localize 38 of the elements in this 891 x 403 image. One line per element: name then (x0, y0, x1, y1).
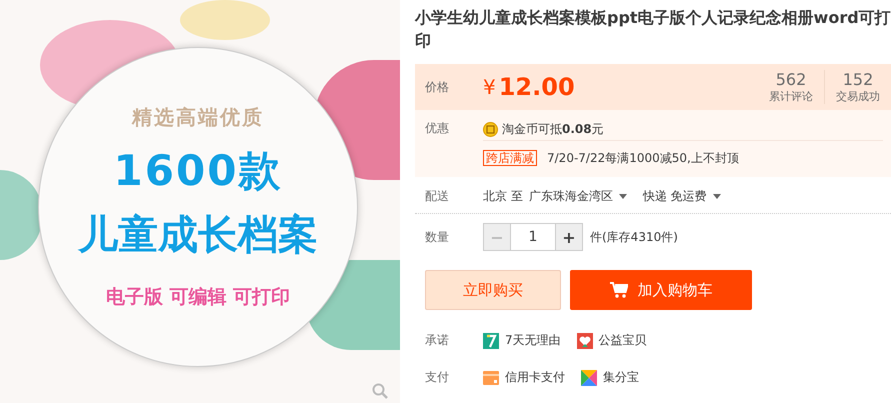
caret-icon (712, 194, 721, 198)
destination-dropdown[interactable]: 广东珠海金湾区 (528, 188, 627, 204)
delivery-origin: 北京 至 (483, 188, 523, 204)
field-label: 数量 (425, 228, 450, 246)
image-subtitle: 儿童成长档案 (78, 210, 318, 260)
promo-text: 淘金币可抵0.08元 (502, 120, 604, 138)
coin-icon (483, 122, 498, 136)
stat-label: 累计评论 (768, 89, 814, 104)
stock-text: 件(库存4310件) (590, 228, 678, 246)
service-text: 信用卡支付 (505, 369, 565, 386)
magnifier-icon (372, 383, 388, 399)
service-text: 公益宝贝 (598, 332, 647, 349)
image-headline: 1600款 (114, 144, 282, 196)
image-tagline: 精选高端优质 (132, 104, 264, 130)
field-label: 支付 (425, 369, 450, 386)
credit-card-icon (483, 370, 499, 386)
field-label: 价格 (425, 78, 450, 96)
promo-text: 7/20-7/22每满1000减50,上不封顶 (547, 150, 739, 166)
caret-icon (618, 194, 627, 198)
shipping-dropdown[interactable]: 快递 免运费 (642, 188, 721, 204)
colorful-triangles-icon (581, 370, 597, 386)
field-label: 优惠 (425, 120, 450, 137)
image-features: 电子版 可编辑 可打印 (106, 284, 290, 310)
cart-icon (610, 282, 628, 298)
promo-tag: 跨店满减 (483, 150, 537, 166)
currency-symbol: ¥ (483, 75, 496, 99)
price-value: 12.00 (498, 73, 575, 101)
service-text: 7天无理由 (505, 332, 561, 349)
stat-value: 562 (774, 70, 808, 89)
stat-value: 152 (842, 70, 874, 89)
stat-label: 交易成功 (835, 89, 881, 104)
service-text: 集分宝 (603, 369, 639, 386)
field-label: 承诺 (425, 332, 450, 349)
increase-button[interactable]: + (555, 223, 583, 251)
quantity-field[interactable]: 1 (511, 223, 555, 251)
seven-day-icon (483, 332, 499, 348)
product-title: 小学生幼儿童成长档案模板ppt电子版个人记录纪念相册word可打印 (415, 7, 891, 52)
field-label: 配送 (425, 188, 450, 204)
